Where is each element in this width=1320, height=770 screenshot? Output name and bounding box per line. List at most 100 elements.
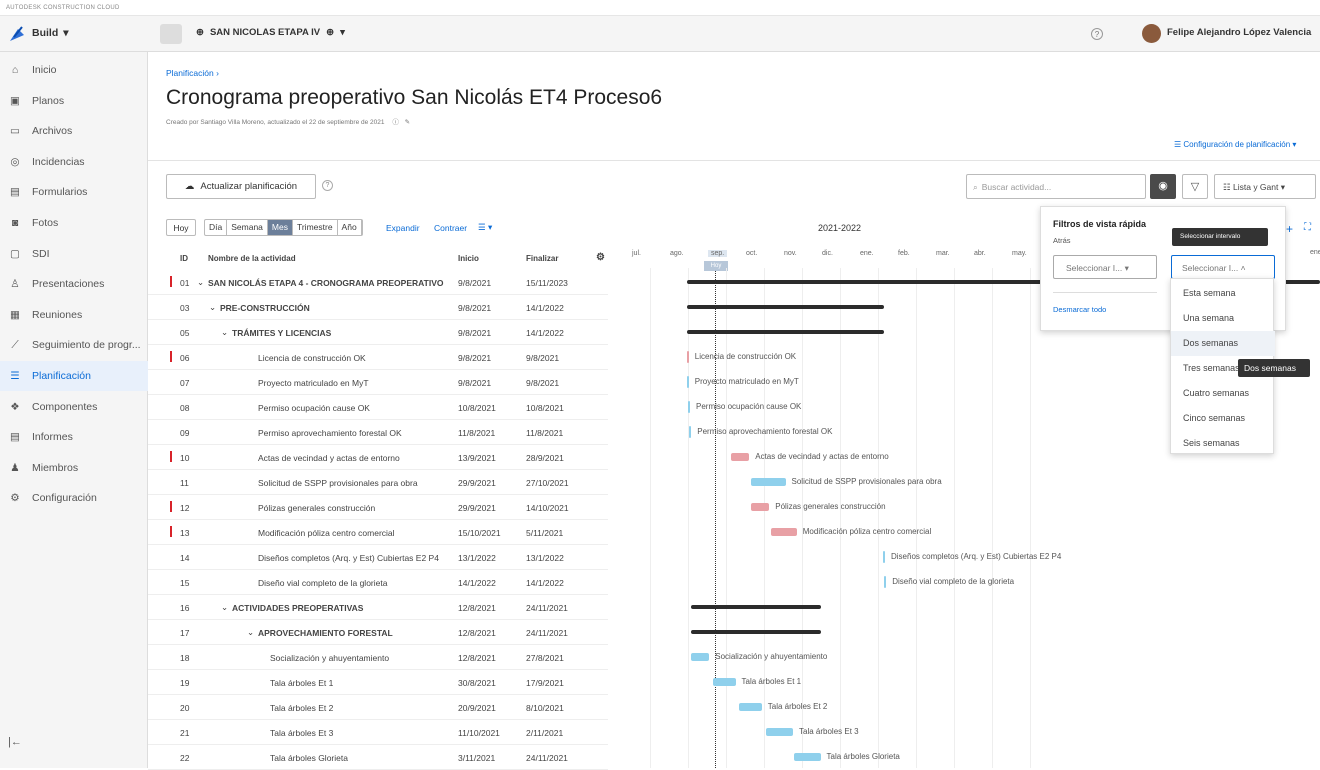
table-row[interactable]: 14 Diseños completos (Arq. y Est) Cubiert…: [148, 545, 608, 570]
table-row[interactable]: 22 Tala árboles Glorieta 3/11/2021 24/11/20…: [148, 745, 608, 770]
sidebar-item[interactable]: ▤ Formularios: [0, 177, 148, 207]
interval-select[interactable]: Seleccionar I... ˄: [1171, 255, 1275, 279]
gantt-task-bar[interactable]: [765, 728, 793, 736]
sidebar-item[interactable]: ⌂ Inicio: [0, 55, 148, 85]
sidebar-item[interactable]: ▣ Planos: [0, 86, 148, 116]
filter-button[interactable]: ▽: [1182, 174, 1208, 199]
gantt-task-bar[interactable]: [739, 703, 762, 711]
interval-option[interactable]: Seis semanas: [1171, 431, 1275, 456]
table-row[interactable]: 11 Solicitud de SSPP provisionales para o…: [148, 470, 608, 495]
table-row[interactable]: ⌄ 01 SAN NICOLÁS ETAPA 4 - CRONOGRAMA PREO…: [148, 270, 608, 295]
col-name[interactable]: Nombre de la actividad: [208, 254, 296, 263]
avatar[interactable]: [1142, 24, 1161, 43]
table-row[interactable]: 18 Socialización y ahuyentamiento 12/8/202…: [148, 645, 608, 670]
chevron-down-icon[interactable]: ⌄: [221, 602, 228, 613]
add-icon[interactable]: +: [1286, 222, 1293, 236]
sidebar-item[interactable]: ▤ Informes: [0, 422, 148, 452]
sidebar-item[interactable]: ❖ Componentes: [0, 392, 148, 422]
table-row[interactable]: ⌄ 16 ACTIVIDADES PREOPERATIVAS 12/8/2021 24/…: [148, 595, 608, 620]
sidebar-item[interactable]: ♟ Miembros: [0, 453, 148, 483]
table-row[interactable]: ⌄ 17 APROVECHAMIENTO FORESTAL 12/8/2021 24/1…: [148, 620, 608, 645]
gantt-task-bar[interactable]: [690, 653, 710, 661]
gantt-task-bar[interactable]: [884, 576, 887, 588]
sidebar-item[interactable]: ▢ SDI: [0, 239, 148, 269]
table-row[interactable]: 10 Actas de vecindad y actas de entorno 13…: [148, 445, 608, 470]
sidebar-item[interactable]: ◎ Incidencias: [0, 147, 148, 177]
sidebar-item[interactable]: ☰ Planificación: [0, 361, 148, 391]
scale-button[interactable]: Año: [338, 220, 362, 235]
table-row[interactable]: 20 Tala árboles Et 2 20/9/2021 8/10/2021: [148, 695, 608, 720]
table-row[interactable]: 13 Modificación póliza centro comercial 15…: [148, 520, 608, 545]
help-icon[interactable]: ?: [1091, 28, 1103, 40]
update-schedule-button[interactable]: ☁ Actualizar planificación: [166, 174, 316, 199]
gantt-summary-bar[interactable]: [686, 330, 885, 334]
collapse-button[interactable]: Contraer: [434, 223, 467, 233]
expand-button[interactable]: Expandir: [386, 223, 420, 233]
clear-all-link[interactable]: Desmarcar todo: [1053, 305, 1106, 314]
today-button[interactable]: Hoy: [166, 219, 196, 236]
sidebar-item[interactable]: ◙ Fotos: [0, 208, 148, 238]
sidebar-item[interactable]: ⚙ Configuración: [0, 483, 148, 513]
chevron-down-icon[interactable]: ⌄: [209, 302, 216, 313]
gantt-task-bar[interactable]: [883, 551, 885, 563]
interval-option[interactable]: Esta semana: [1171, 281, 1275, 306]
edit-icon[interactable]: ✎: [405, 119, 410, 126]
collapse-sidebar-icon[interactable]: |←: [8, 736, 22, 748]
scale-button[interactable]: Mes: [267, 220, 293, 235]
user-menu[interactable]: Felipe Alejandro López Valencia: [1167, 27, 1311, 38]
project-selector[interactable]: ⊕ SAN NICOLAS ETAPA IV ⊕ ▾: [196, 27, 345, 38]
gantt-task-bar[interactable]: [730, 453, 750, 461]
table-row[interactable]: 09 Permiso aprovechamiento forestal OK 11/…: [148, 420, 608, 445]
search-input[interactable]: ⌕ Buscar actividad...: [966, 174, 1146, 199]
interval-option[interactable]: Cinco semanas: [1171, 406, 1275, 431]
table-row[interactable]: 07 Proyecto matriculado en MyT 9/8/2021 9/8…: [148, 370, 608, 395]
date-range-select[interactable]: Seleccionar I... ▾: [1053, 255, 1157, 279]
gantt-task-bar[interactable]: [750, 503, 770, 511]
breadcrumb[interactable]: Planificación ›: [166, 68, 219, 78]
gantt-task-bar[interactable]: [688, 401, 690, 413]
table-row[interactable]: ⌄ 05 TRÁMITES Y LICENCIAS 9/8/2021 14/1/2022: [148, 320, 608, 345]
scale-button[interactable]: Día: [205, 220, 228, 235]
table-row[interactable]: 15 Diseño vial completo de la glorieta 14/…: [148, 570, 608, 595]
table-row[interactable]: 19 Tala árboles Et 1 30/8/2021 17/9/2021: [148, 670, 608, 695]
breadcrumb-link[interactable]: Planificación: [166, 68, 214, 78]
help-icon[interactable]: ?: [322, 180, 333, 191]
gantt-task-bar[interactable]: [750, 478, 786, 486]
chevron-down-icon[interactable]: ⌄: [197, 277, 204, 288]
module-switcher[interactable]: Build ▾: [32, 27, 69, 39]
gantt-task-bar[interactable]: [686, 351, 689, 363]
interval-option[interactable]: Una semana: [1171, 306, 1275, 331]
gantt-summary-bar[interactable]: [690, 605, 821, 609]
sidebar-item[interactable]: ▭ Archivos: [0, 116, 148, 146]
chevron-down-icon[interactable]: ⌄: [247, 627, 254, 638]
sidebar-item[interactable]: ⟋ Seguimiento de progr...: [0, 330, 148, 360]
col-end[interactable]: Finalizar: [526, 254, 558, 263]
view-mode-select[interactable]: ☷ Lista y Gant ▾: [1214, 174, 1316, 199]
schedule-config-link[interactable]: ☰ Configuración de planificación ▾: [1174, 140, 1296, 149]
scale-button[interactable]: Semana: [227, 220, 268, 235]
column-settings-icon[interactable]: ⚙: [596, 252, 605, 263]
info-icon[interactable]: ⓘ: [392, 119, 399, 126]
table-row[interactable]: 21 Tala árboles Et 3 11/10/2021 2/11/2021: [148, 720, 608, 745]
gantt-task-bar[interactable]: [686, 376, 689, 388]
gantt-task-bar[interactable]: [713, 678, 736, 686]
col-start[interactable]: Inicio: [458, 254, 479, 263]
list-options-icon[interactable]: ☰ ▾: [478, 222, 492, 233]
table-row[interactable]: 08 Permiso ocupación cause OK 10/8/2021 10/…: [148, 395, 608, 420]
table-row[interactable]: ⌄ 03 PRE-CONSTRUCCIÓN 9/8/2021 14/1/2022: [148, 295, 608, 320]
table-row[interactable]: 12 Pólizas generales construcción 29/9/202…: [148, 495, 608, 520]
table-row[interactable]: 06 Licencia de construcción OK 9/8/2021 9/8…: [148, 345, 608, 370]
scale-button[interactable]: Trimestre: [293, 220, 338, 235]
gantt-summary-bar[interactable]: [686, 305, 885, 309]
gantt-task-bar[interactable]: [770, 528, 797, 536]
gantt-task-bar[interactable]: [689, 426, 692, 438]
sidebar-item[interactable]: ▦ Reuniones: [0, 300, 148, 330]
gantt-task-bar[interactable]: [794, 753, 821, 761]
gantt-summary-bar[interactable]: [690, 630, 821, 634]
interval-option[interactable]: Cuatro semanas: [1171, 381, 1275, 406]
quick-filters-button[interactable]: ◉: [1150, 174, 1176, 199]
chevron-down-icon[interactable]: ⌄: [221, 327, 228, 338]
sidebar-item[interactable]: ♙ Presentaciones: [0, 269, 148, 299]
interval-option[interactable]: Dos semanas: [1171, 331, 1275, 356]
expand-view-icon[interactable]: ⛶: [1304, 222, 1311, 233]
